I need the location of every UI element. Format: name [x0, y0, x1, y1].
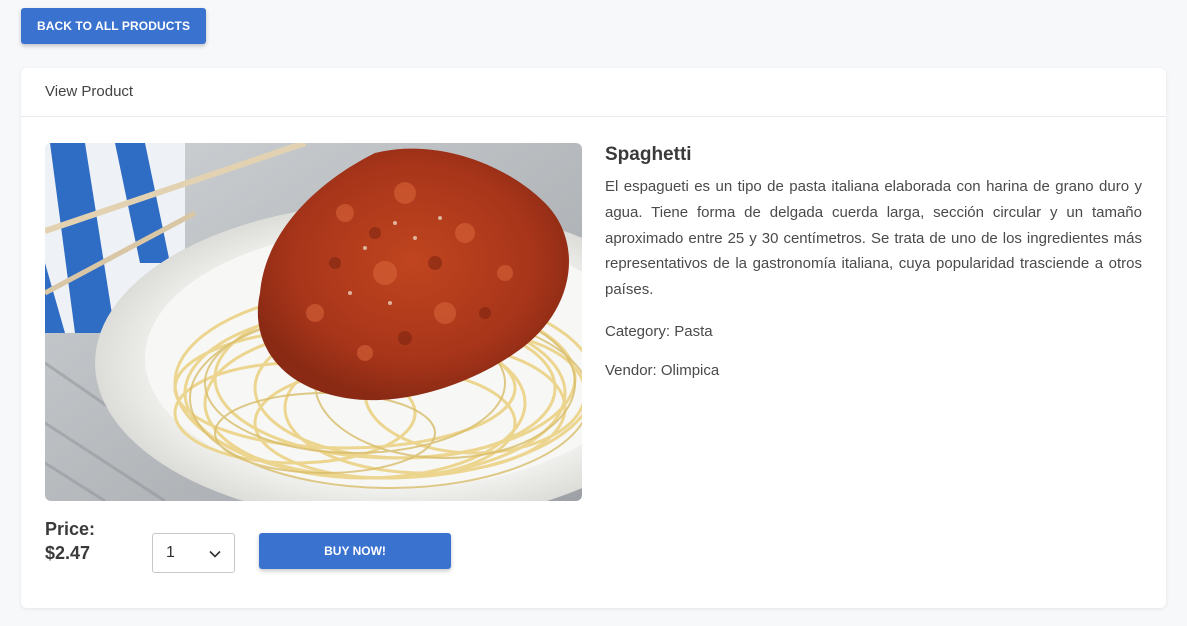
product-card: View Product Spaghetti El espagueti es u… [21, 68, 1166, 608]
card-header-title: View Product [21, 68, 1166, 117]
product-name: Spaghetti [605, 144, 692, 165]
product-category: Category: Pasta [605, 323, 1142, 340]
back-to-all-products-button[interactable]: BACK TO ALL PRODUCTS [21, 8, 206, 44]
price-label: Price: [45, 519, 96, 539]
category-value: Pasta [674, 322, 713, 340]
price-block: Price: $2.47 [45, 517, 95, 565]
quantity-select[interactable]: 1 [152, 533, 235, 573]
product-description: El espagueti es un tipo de pasta italian… [605, 178, 1142, 299]
product-info: Spaghetti El espagueti es un tipo de pas… [605, 144, 1142, 379]
buy-now-button[interactable]: BUY NOW! [259, 533, 451, 569]
chevron-down-icon [209, 550, 221, 558]
vendor-value: Olimpica [660, 361, 720, 379]
product-vendor: Vendor: Olimpica [605, 362, 1142, 379]
price-value: $2.47 [45, 543, 91, 563]
vendor-label: Vendor: [605, 361, 657, 379]
product-image [45, 143, 582, 501]
quantity-value: 1 [166, 544, 175, 561]
category-label: Category: [605, 322, 671, 340]
